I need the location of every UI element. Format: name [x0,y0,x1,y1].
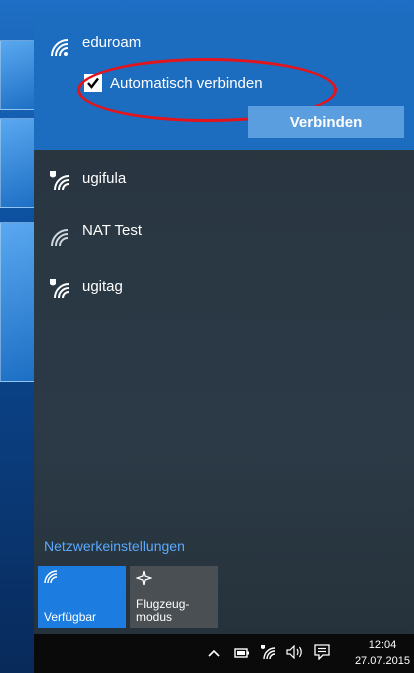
taskbar-clock[interactable]: 12:04 27.07.2015 [355,637,410,669]
network-settings-link[interactable]: Netzwerkeinstellungen [44,538,185,554]
selected-network-panel[interactable]: eduroam Automatisch verbinden Verbinden [34,12,414,150]
secured-wifi-icon[interactable] [260,644,278,660]
clock-time: 12:04 [368,639,397,651]
wifi-icon [51,39,69,57]
desktop-tile [0,40,36,110]
chevron-up-icon[interactable] [208,648,220,658]
network-list-item[interactable]: ugitag [34,264,414,320]
secured-wifi-icon [50,171,70,191]
airplane-icon [135,570,153,586]
network-list-item[interactable]: ugifula [34,152,414,208]
wifi-icon [51,229,69,247]
network-name: ugitag [82,278,123,295]
network-name: eduroam [82,34,142,51]
desktop-tile [0,222,36,382]
airplane-tile-label: Flugzeug- modus [136,598,189,624]
airplane-label-line1: Flugzeug- [136,597,190,611]
secured-wifi-icon [50,279,70,299]
network-name: NAT Test [82,222,143,239]
airplane-label-line2: modus [136,610,173,624]
connect-button[interactable]: Verbinden [248,106,404,138]
wifi-icon [44,570,58,584]
desktop-tile [0,118,36,208]
wifi-tile-label: Verfügbar [44,610,97,624]
network-name: ugifula [82,170,127,187]
volume-icon[interactable] [286,645,304,659]
wifi-quick-action-tile[interactable]: Verfügbar [38,566,126,628]
network-flyout: eduroam Automatisch verbinden Verbinden … [34,12,414,634]
battery-icon[interactable] [234,647,250,659]
clock-date: 27.07.2015 [354,655,410,667]
taskbar: 12:04 27.07.2015 [34,634,414,673]
network-list-item[interactable]: NAT Test [34,208,414,264]
airplane-mode-tile[interactable]: Flugzeug- modus [130,566,218,628]
notification-icon[interactable] [314,644,330,660]
